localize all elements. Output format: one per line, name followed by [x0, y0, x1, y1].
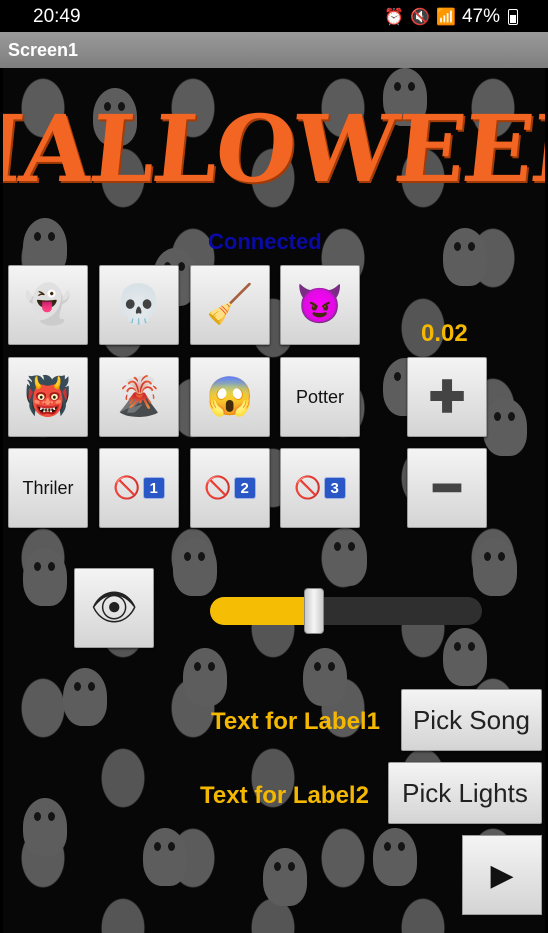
screen-background: HALLOWEEN Connected 0.02 👻 💀 🧹 😈 👹 🌋 😱 P… — [3, 68, 545, 933]
devil-icon: 😈 — [296, 284, 344, 326]
ghost-decoration — [23, 548, 67, 606]
minus-icon: ━ — [433, 463, 461, 513]
devil-button[interactable]: 😈 — [280, 265, 360, 345]
app-title-bar: Screen1 — [0, 32, 548, 68]
ghost-decoration — [473, 538, 517, 596]
volcano-button[interactable]: 🌋 — [99, 357, 179, 437]
broom-icon: 🧹 — [206, 284, 254, 326]
skull-icon: 💀 — [115, 284, 163, 326]
keycap-3-icon: 3 — [323, 477, 346, 499]
no-entry-icon: 🚫 — [113, 475, 141, 500]
no-2-button[interactable]: 🚫 2 — [190, 448, 270, 528]
skull-button[interactable]: 💀 — [99, 265, 179, 345]
ghost-decoration — [443, 228, 487, 286]
minus-button[interactable]: ━ — [407, 448, 487, 528]
battery-icon — [508, 9, 518, 25]
no-2-content: 🚫 2 — [204, 475, 256, 501]
label2: Text for Label2 — [200, 782, 369, 809]
pick-lights-button[interactable]: Pick Lights — [388, 762, 542, 824]
wifi-icon: 📶 — [436, 9, 456, 26]
halloween-logo: HALLOWEEN — [3, 95, 545, 203]
no-1-button[interactable]: 🚫 1 — [99, 448, 179, 528]
ghost-decoration — [483, 398, 527, 456]
status-bar: 20:49 ⏰ 🔇 📶 47% — [0, 0, 548, 32]
no-entry-icon: 🚫 — [294, 475, 322, 500]
scream-icon: 😱 — [206, 376, 254, 418]
potter-label: Potter — [295, 386, 345, 407]
keycap-1-icon: 1 — [142, 477, 165, 499]
potter-button[interactable]: Potter — [280, 357, 360, 437]
app-title: Screen1 — [8, 40, 79, 60]
mute-icon: 🔇 — [410, 9, 431, 26]
status-time: 20:49 — [33, 6, 81, 27]
plus-icon: ✚ — [428, 372, 466, 422]
ogre-button[interactable]: 👹 — [8, 357, 88, 437]
no-3-button[interactable]: 🚫 3 — [280, 448, 360, 528]
ghost-decoration — [183, 648, 227, 706]
value-display: 0.02 — [421, 320, 468, 347]
ghost-decoration — [303, 648, 347, 706]
ghost-decoration — [443, 628, 487, 686]
keycap-2-icon: 2 — [233, 477, 256, 499]
broom-button[interactable]: 🧹 — [190, 265, 270, 345]
status-icons: ⏰ 🔇 📶 47% — [384, 6, 518, 28]
ghost-icon: 👻 — [24, 284, 72, 326]
ghost-decoration — [373, 828, 417, 886]
thriler-label: Thriler — [22, 477, 74, 498]
play-icon: ▶ — [490, 858, 514, 892]
slider-fill — [210, 597, 313, 625]
ogre-icon: 👹 — [24, 376, 72, 418]
volcano-icon: 🌋 — [115, 376, 163, 418]
connection-status: Connected — [208, 229, 322, 254]
pick-song-button[interactable]: Pick Song — [401, 689, 542, 751]
ghost-decoration — [263, 848, 307, 906]
brightness-slider[interactable] — [210, 588, 484, 634]
ghost-decoration — [173, 538, 217, 596]
eye-button[interactable]: 👁 — [74, 568, 154, 648]
thriler-button[interactable]: Thriler — [8, 448, 88, 528]
plus-button[interactable]: ✚ — [407, 357, 487, 437]
ghost-decoration — [63, 668, 107, 726]
no-3-content: 🚫 3 — [294, 475, 346, 501]
eye-icon: 👁 — [89, 587, 139, 629]
ghost-decoration — [323, 528, 367, 586]
label1: Text for Label1 — [211, 708, 380, 735]
no-1-content: 🚫 1 — [113, 475, 165, 501]
alarm-icon: ⏰ — [384, 9, 405, 26]
ghost-decoration — [23, 798, 67, 856]
scream-button[interactable]: 😱 — [190, 357, 270, 437]
ghost-button[interactable]: 👻 — [8, 265, 88, 345]
slider-thumb[interactable] — [304, 588, 324, 634]
battery-percent: 47% — [461, 6, 500, 27]
play-button[interactable]: ▶ — [462, 835, 542, 915]
ghost-decoration — [143, 828, 187, 886]
no-entry-icon: 🚫 — [204, 475, 232, 500]
